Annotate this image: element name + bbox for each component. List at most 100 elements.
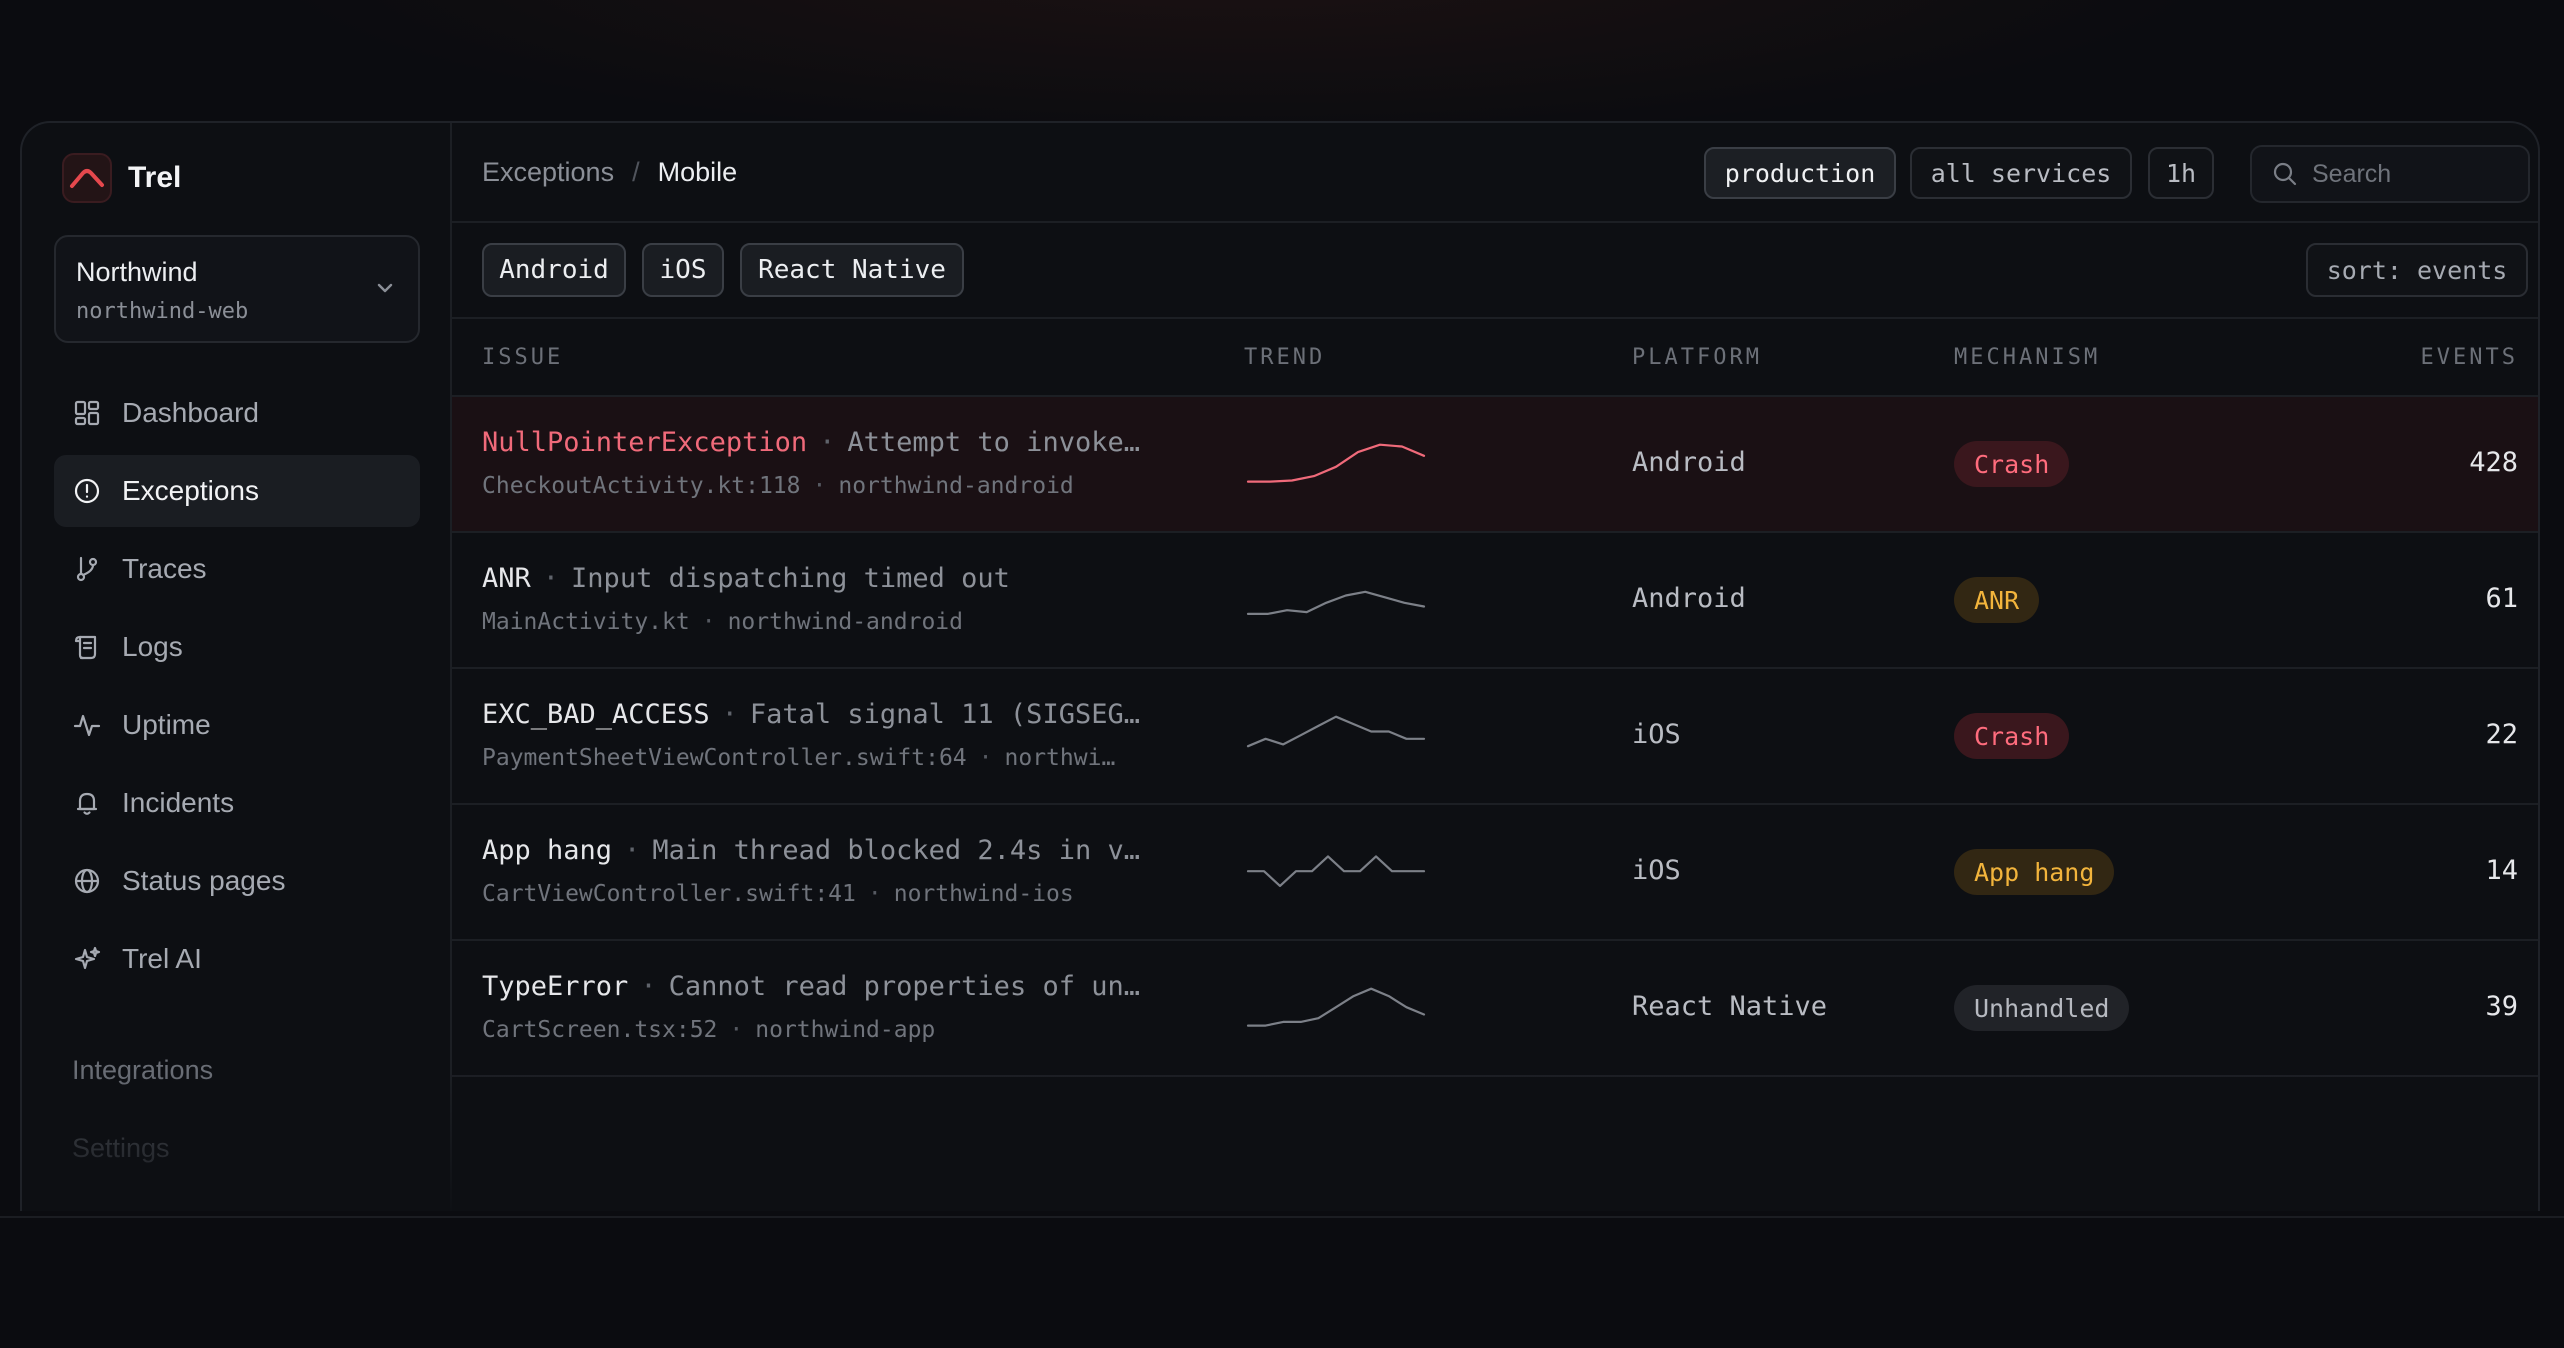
- sidebar-nav: Dashboard Exceptions Traces Logs Uptime …: [54, 377, 420, 1001]
- platform-cell: React Native: [1632, 991, 1828, 1022]
- scroll-icon: [72, 632, 102, 662]
- pulse-icon: [72, 710, 102, 740]
- platform-chip-android[interactable]: Android: [482, 243, 626, 297]
- table-header: ISSUE TREND PLATFORM MECHANISM EVENTS: [452, 319, 2538, 397]
- sidebar-item-uptime[interactable]: Uptime: [54, 689, 420, 761]
- branch-icon: [72, 554, 102, 584]
- issue-title: TypeError · Cannot read properties of un…: [482, 971, 1182, 1002]
- sidebar-item-incidents[interactable]: Incidents: [54, 767, 420, 839]
- trend-sparkline: [1246, 855, 1426, 888]
- sidebar-item-status-pages[interactable]: Status pages: [54, 845, 420, 917]
- issue-name: TypeError: [482, 971, 629, 1002]
- sidebar-item-settings[interactable]: Settings: [72, 1133, 170, 1164]
- mechanism-badge: Crash: [1954, 713, 2070, 759]
- sidebar-item-label: Exceptions: [122, 475, 259, 506]
- platform-cell: Android: [1632, 447, 1746, 478]
- platform-chip-ios[interactable]: iOS: [642, 243, 724, 297]
- bottom-divider: [0, 1216, 2564, 1218]
- sidebar-item-trel-ai[interactable]: Trel AI: [54, 923, 420, 995]
- issue-name: ANR: [482, 563, 531, 594]
- time-range-filter[interactable]: 1h: [2148, 147, 2214, 199]
- table-row[interactable]: App hang · Main thread blocked 2.4s in v… …: [452, 805, 2538, 941]
- separator-dot: ·: [624, 835, 641, 866]
- separator-dot: ·: [819, 427, 836, 458]
- sidebar-item-dashboard[interactable]: Dashboard: [54, 377, 420, 449]
- column-header-platform[interactable]: PLATFORM: [1632, 345, 1762, 370]
- column-header-issue[interactable]: ISSUE: [482, 345, 563, 370]
- sidebar-item-exceptions[interactable]: Exceptions: [54, 455, 420, 527]
- trend-line: [1246, 855, 1426, 888]
- separator-dot: ·: [867, 881, 882, 907]
- issue-file: PaymentSheetViewController.swift:64: [482, 745, 967, 771]
- events-count: 39: [2485, 991, 2518, 1022]
- issue-location: CartScreen.tsx:52 · northwind-app: [482, 1017, 1182, 1043]
- issue-message: Input dispatching timed out: [571, 563, 1010, 594]
- column-header-events[interactable]: EVENTS: [2421, 345, 2518, 370]
- sidebar-item-label: Traces: [122, 553, 207, 584]
- trend-line: [1246, 590, 1426, 616]
- table-row[interactable]: TypeError · Cannot read properties of un… …: [452, 941, 2538, 1077]
- trend-sparkline: [1246, 443, 1426, 483]
- alert-circle-icon: [72, 476, 102, 506]
- issue-location: MainActivity.kt · northwind-android: [482, 609, 1182, 635]
- sidebar-item-label: Logs: [122, 631, 183, 662]
- sidebar-item-label: Trel AI: [122, 943, 202, 974]
- trel-logo-icon: [62, 153, 112, 203]
- sidebar-item-label: Dashboard: [122, 397, 259, 428]
- issue-message: Main thread blocked 2.4s in v…: [652, 835, 1140, 866]
- project-switcher[interactable]: Northwind northwind-web: [54, 235, 420, 343]
- issue-name: EXC_BAD_ACCESS: [482, 699, 710, 730]
- issue-service: northwind-app: [755, 1017, 936, 1043]
- breadcrumb-page: Mobile: [657, 157, 738, 187]
- issue-title: ANR · Input dispatching timed out: [482, 563, 1182, 594]
- main-panel: Exceptions / Mobile production all servi…: [452, 123, 2538, 1211]
- chevron-down-icon: [374, 277, 396, 304]
- search-input[interactable]: Search: [2250, 145, 2530, 203]
- sidebar-item-integrations[interactable]: Integrations: [72, 1055, 213, 1086]
- search-icon: [2273, 162, 2297, 186]
- separator-dot: ·: [721, 699, 738, 730]
- issue-title: App hang · Main thread blocked 2.4s in v…: [482, 835, 1182, 866]
- mechanism-badge: Unhandled: [1954, 985, 2130, 1031]
- platform-chip-react-native[interactable]: React Native: [740, 243, 964, 297]
- services-filter[interactable]: all services: [1910, 147, 2132, 199]
- separator-dot: ·: [542, 563, 560, 594]
- sparkle-icon: [72, 944, 102, 974]
- trend-sparkline: [1246, 715, 1426, 748]
- table-row[interactable]: ANR · Input dispatching timed out MainActi…: [452, 533, 2538, 669]
- sort-dropdown[interactable]: sort: events: [2306, 243, 2528, 297]
- dashboard-icon: [72, 398, 102, 428]
- environment-filter[interactable]: production: [1704, 147, 1896, 199]
- issue-location: CartViewController.swift:41 · northwind-io…: [482, 881, 1182, 907]
- sidebar-item-logs[interactable]: Logs: [54, 611, 420, 683]
- issue-message: Fatal signal 11 (SIGSEG…: [749, 699, 1140, 730]
- column-header-mechanism[interactable]: MECHANISM: [1954, 345, 2100, 370]
- project-slug: northwind-web: [76, 299, 249, 324]
- platform-cell: iOS: [1632, 855, 1681, 886]
- brand[interactable]: Trel: [62, 153, 181, 203]
- mechanism-badge: App hang: [1954, 849, 2115, 895]
- table-row[interactable]: EXC_BAD_ACCESS · Fatal signal 11 (SIGSEG… …: [452, 669, 2538, 805]
- globe-icon: [72, 866, 102, 896]
- trend-line: [1246, 715, 1426, 748]
- bell-icon: [72, 788, 102, 818]
- search-placeholder: Search: [2312, 159, 2392, 188]
- sidebar-item-traces[interactable]: Traces: [54, 533, 420, 605]
- breadcrumb-section[interactable]: Exceptions: [482, 157, 614, 188]
- brand-name: Trel: [128, 161, 182, 194]
- issue-file: CartScreen.tsx:52: [482, 1017, 718, 1043]
- issue-file: MainActivity.kt: [482, 609, 690, 635]
- topbar: Exceptions / Mobile production all servi…: [452, 123, 2538, 223]
- issue-service: northwi…: [1004, 745, 1116, 771]
- trend-sparkline: [1246, 987, 1426, 1027]
- table-row[interactable]: NullPointerException · Attempt to invoke… …: [452, 397, 2538, 533]
- issue-name: NullPointerException: [482, 427, 808, 458]
- trend-sparkline: [1246, 590, 1426, 616]
- sidebar-item-label: Incidents: [122, 787, 235, 818]
- sidebar-item-label: Status pages: [122, 865, 286, 896]
- issue-message: Cannot read properties of un…: [668, 971, 1140, 1002]
- platform-cell: iOS: [1632, 719, 1681, 750]
- sidebar: Trel Northwind northwind-web Dashboard E…: [22, 123, 452, 1211]
- issue-location: CheckoutActivity.kt:118 · northwind-androi…: [482, 473, 1182, 499]
- events-count: 428: [2469, 447, 2518, 478]
